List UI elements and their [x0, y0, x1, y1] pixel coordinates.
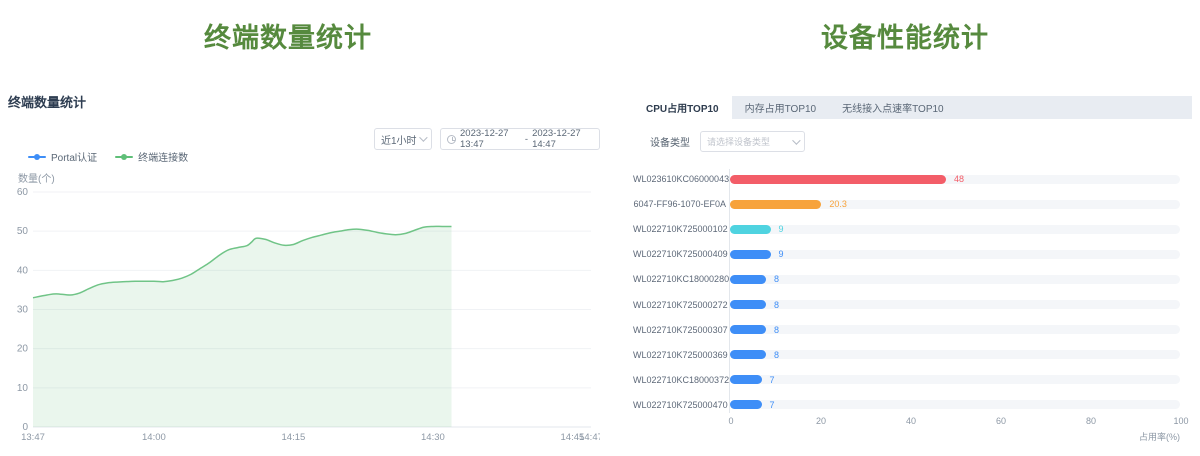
bar-value-label: 8	[774, 274, 779, 284]
terminal-line-chart: 010203040506013:4714:0014:1514:3014:4514…	[0, 182, 600, 456]
cpu-top10-bar-chart: 占用率(%) WL023610KC06000043 48 6047-FF96-107…	[633, 165, 1192, 450]
y-tick-label: 50	[17, 226, 29, 237]
tab-memory-top10[interactable]: 内存占用TOP10	[732, 96, 830, 119]
legend-marker-icon	[115, 156, 133, 158]
x-tick-label: 14:00	[142, 432, 166, 443]
bar-value-label: 48	[954, 174, 964, 184]
bar-track	[730, 275, 1180, 284]
device-type-select[interactable]: 请选择设备类型	[700, 131, 805, 152]
x-tick-label: 14:47	[579, 432, 600, 443]
bar-track	[730, 325, 1180, 334]
date-range-picker[interactable]: 2023-12-27 13:47 - 2023-12-27 14:47	[440, 128, 600, 150]
y-tick-label: 20	[17, 344, 29, 355]
bar-x-tick-label: 60	[996, 416, 1006, 426]
y-tick-label: 40	[17, 265, 29, 276]
bar-category-label: 6047-FF96-1070-EF0A	[633, 199, 726, 209]
legend-label: 终端连接数	[138, 149, 188, 164]
bar-x-tick-label: 80	[1086, 416, 1096, 426]
bar-x-tick-label: 20	[816, 416, 826, 426]
bar-fill[interactable]	[730, 225, 771, 234]
bar-category-label: WL022710K725000272	[633, 300, 726, 310]
tab-ap-rate-top10[interactable]: 无线接入点速率TOP10	[829, 96, 957, 119]
x-tick-label: 14:30	[421, 432, 445, 443]
legend-item-terminal-connections[interactable]: 终端连接数	[115, 149, 188, 164]
bar-fill[interactable]	[730, 175, 946, 184]
bar-value-label: 9	[779, 224, 784, 234]
bar-x-tick-label: 0	[728, 416, 733, 426]
tab-cpu-top10[interactable]: CPU占用TOP10	[633, 96, 732, 119]
y-tick-label: 60	[17, 187, 29, 198]
device-type-filter: 设备类型 请选择设备类型	[650, 131, 805, 152]
bar-fill[interactable]	[730, 400, 762, 409]
chevron-down-icon	[792, 136, 800, 144]
bar-x-tick-label: 100	[1173, 416, 1188, 426]
bar-x-tick-label: 40	[906, 416, 916, 426]
time-range-select[interactable]: 近1小时	[374, 128, 432, 150]
date-range-end: 2023-12-27 14:47	[532, 128, 593, 150]
dashboard: 终端数量统计 设备性能统计 终端数量统计 近1小时 2023-12-27 13:…	[0, 0, 1200, 456]
bar-value-label: 8	[774, 350, 779, 360]
chart-legend: Portal认证 终端连接数	[28, 149, 188, 164]
clock-icon	[447, 135, 456, 144]
bar-category-label: WL023610KC06000043	[633, 174, 726, 184]
y-tick-label: 10	[17, 383, 29, 394]
bar-category-label: WL022710K725000307	[633, 325, 726, 335]
bar-value-label: 20.3	[829, 199, 847, 209]
device-type-label: 设备类型	[650, 134, 690, 149]
bar-fill[interactable]	[730, 200, 821, 209]
bar-fill[interactable]	[730, 275, 766, 284]
area-fill	[33, 226, 452, 427]
performance-tab-bar: CPU占用TOP10 内存占用TOP10 无线接入点速率TOP10	[633, 96, 1192, 119]
device-type-placeholder: 请选择设备类型	[707, 135, 770, 148]
bar-track	[730, 300, 1180, 309]
performance-section-title: 设备性能统计	[620, 16, 1190, 55]
terminal-card-header: 终端数量统计	[8, 92, 86, 111]
bar-category-label: WL022710K725000409	[633, 249, 726, 259]
bar-category-label: WL022710K725000102	[633, 224, 726, 234]
date-range-separator: -	[525, 134, 528, 145]
bar-value-label: 7	[770, 375, 775, 385]
chevron-down-icon	[419, 133, 427, 141]
x-tick-label: 13:47	[21, 432, 45, 443]
bar-fill[interactable]	[730, 325, 766, 334]
bar-fill[interactable]	[730, 350, 766, 359]
bar-value-label: 7	[770, 400, 775, 410]
terminal-section-title: 终端数量统计	[0, 16, 576, 55]
bar-category-label: WL022710KC18000280	[633, 274, 726, 284]
bar-track	[730, 375, 1180, 384]
bar-x-axis-label: 占用率(%)	[1139, 430, 1180, 443]
bar-category-label: WL022710K725000369	[633, 350, 726, 360]
bar-fill[interactable]	[730, 300, 766, 309]
bar-track	[730, 400, 1180, 409]
bar-track	[730, 225, 1180, 234]
legend-item-portal[interactable]: Portal认证	[28, 149, 97, 164]
date-range-start: 2023-12-27 13:47	[460, 128, 521, 150]
y-tick-label: 30	[17, 304, 29, 315]
bar-fill[interactable]	[730, 375, 762, 384]
bar-value-label: 8	[774, 325, 779, 335]
legend-label: Portal认证	[51, 149, 97, 164]
bar-category-label: WL022710K725000470	[633, 400, 726, 410]
bar-track	[730, 250, 1180, 259]
legend-marker-icon	[28, 156, 46, 158]
bar-value-label: 9	[779, 249, 784, 259]
bar-fill[interactable]	[730, 250, 771, 259]
time-range-value: 近1小时	[381, 132, 417, 147]
bar-value-label: 8	[774, 300, 779, 310]
bar-track	[730, 350, 1180, 359]
bar-category-label: WL022710KC18000372	[633, 375, 726, 385]
x-tick-label: 14:15	[282, 432, 306, 443]
